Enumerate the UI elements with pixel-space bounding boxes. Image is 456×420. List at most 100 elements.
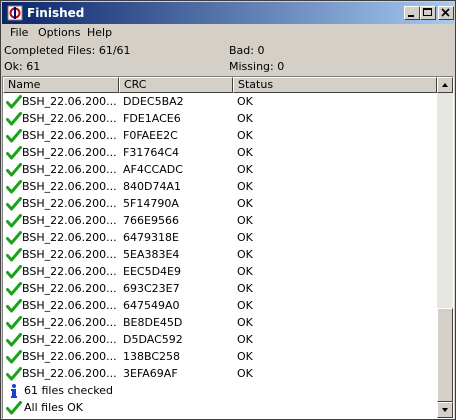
crc-cell: 766E9566 xyxy=(123,214,179,227)
ok-count-label: Ok: 61 xyxy=(4,60,41,73)
table-row[interactable]: BSH_22.06.200... 5EA383E4 OK xyxy=(3,246,437,263)
file-name-cell: BSH_22.06.200... xyxy=(22,95,117,108)
check-icon xyxy=(6,400,22,416)
file-name-cell: BSH_22.06.200... xyxy=(22,163,117,176)
status-cell: OK xyxy=(237,129,253,142)
minimize-button[interactable] xyxy=(404,6,420,20)
table-row[interactable]: BSH_22.06.200... 840D74A1 OK xyxy=(3,178,437,195)
column-header-status[interactable]: Status xyxy=(233,77,437,93)
check-icon xyxy=(6,94,22,110)
crc-cell: 5EA383E4 xyxy=(123,248,180,261)
check-icon xyxy=(6,315,22,331)
table-row[interactable]: BSH_22.06.200... 138BC258 OK xyxy=(3,348,437,365)
scroll-up-button[interactable] xyxy=(437,77,453,93)
menu-options[interactable]: Options xyxy=(38,26,80,40)
list-header: Name CRC Status xyxy=(3,77,437,93)
summary-row: 61 files checked xyxy=(3,382,437,399)
crc-cell: FDE1ACE6 xyxy=(123,112,181,125)
check-icon xyxy=(6,230,22,246)
check-icon xyxy=(6,247,22,263)
crc-cell: F31764C4 xyxy=(123,146,179,159)
menu-bar: File Options Help xyxy=(2,24,454,42)
table-row[interactable]: BSH_22.06.200... D5DAC592 OK xyxy=(3,331,437,348)
check-icon xyxy=(6,196,22,212)
file-name-cell: BSH_22.06.200... xyxy=(22,265,117,278)
crc-cell: 693C23E7 xyxy=(123,282,180,295)
check-icon xyxy=(6,128,22,144)
table-row[interactable]: BSH_22.06.200... 3EFA69AF OK xyxy=(3,365,437,382)
table-row[interactable]: BSH_22.06.200... 5F14790A OK xyxy=(3,195,437,212)
table-row[interactable]: BSH_22.06.200... 6479318E OK xyxy=(3,229,437,246)
completed-files-label: Completed Files: 61/61 xyxy=(4,44,131,57)
file-name-cell: BSH_22.06.200... xyxy=(22,350,117,363)
status-cell: OK xyxy=(237,214,253,227)
crc-cell: 3EFA69AF xyxy=(123,367,178,380)
summary-text: All files OK xyxy=(24,401,83,414)
table-row[interactable]: BSH_22.06.200... AF4CCADC OK xyxy=(3,161,437,178)
menu-file[interactable]: File xyxy=(10,26,28,40)
status-cell: OK xyxy=(237,316,253,329)
table-row[interactable]: BSH_22.06.200... 766E9566 OK xyxy=(3,212,437,229)
bad-count-label: Bad: 0 xyxy=(229,44,265,57)
crc-cell: EEC5D4E9 xyxy=(123,265,181,278)
file-list[interactable]: Name CRC Status BSH_22.06.200... DDEC5BA2… xyxy=(2,76,454,419)
file-name-cell: BSH_22.06.200... xyxy=(22,112,117,125)
table-row[interactable]: BSH_22.06.200... 647549A0 OK xyxy=(3,297,437,314)
table-row[interactable]: BSH_22.06.200... BE8DE45D OK xyxy=(3,314,437,331)
crc-cell: BE8DE45D xyxy=(123,316,183,329)
status-cell: OK xyxy=(237,333,253,346)
status-cell: OK xyxy=(237,163,253,176)
table-row[interactable]: BSH_22.06.200... DDEC5BA2 OK xyxy=(3,93,437,110)
check-icon xyxy=(6,298,22,314)
summary-row: All files OK xyxy=(3,399,437,416)
check-icon xyxy=(6,264,22,280)
info-icon xyxy=(6,383,22,399)
file-name-cell: BSH_22.06.200... xyxy=(22,180,117,193)
table-row[interactable]: BSH_22.06.200... EEC5D4E9 OK xyxy=(3,263,437,280)
arrow-down-icon xyxy=(442,408,448,412)
close-button[interactable] xyxy=(438,6,454,20)
maximize-button[interactable] xyxy=(420,6,436,20)
menu-help[interactable]: Help xyxy=(87,26,112,40)
status-cell: OK xyxy=(237,197,253,210)
check-icon xyxy=(6,162,22,178)
file-name-cell: BSH_22.06.200... xyxy=(22,214,117,227)
file-name-cell: BSH_22.06.200... xyxy=(22,299,117,312)
file-name-cell: BSH_22.06.200... xyxy=(22,231,117,244)
file-name-cell: BSH_22.06.200... xyxy=(22,282,117,295)
maximize-icon xyxy=(423,8,432,16)
status-cell: OK xyxy=(237,350,253,363)
status-cell: OK xyxy=(237,248,253,261)
column-header-name[interactable]: Name xyxy=(3,77,119,93)
column-header-crc[interactable]: CRC xyxy=(119,77,233,93)
check-icon xyxy=(6,332,22,348)
file-name-cell: BSH_22.06.200... xyxy=(22,197,117,210)
vertical-scrollbar[interactable] xyxy=(437,77,453,418)
table-row[interactable]: BSH_22.06.200... F0FAEE2C OK xyxy=(3,127,437,144)
table-row[interactable]: BSH_22.06.200... 693C23E7 OK xyxy=(3,280,437,297)
crc-cell: DDEC5BA2 xyxy=(123,95,184,108)
file-name-cell: BSH_22.06.200... xyxy=(22,129,117,142)
app-icon xyxy=(7,5,23,21)
file-name-cell: BSH_22.06.200... xyxy=(22,333,117,346)
close-icon xyxy=(441,8,450,17)
crc-cell: 138BC258 xyxy=(123,350,181,363)
crc-cell: 840D74A1 xyxy=(123,180,181,193)
finished-window: Finished File Options Help Completed Fil… xyxy=(0,0,456,420)
status-cell: OK xyxy=(237,231,253,244)
crc-cell: 6479318E xyxy=(123,231,179,244)
scroll-down-button[interactable] xyxy=(437,402,453,418)
crc-cell: 5F14790A xyxy=(123,197,179,210)
table-row[interactable]: BSH_22.06.200... FDE1ACE6 OK xyxy=(3,110,437,127)
title-bar[interactable]: Finished xyxy=(2,2,454,24)
scroll-thumb[interactable] xyxy=(437,308,453,402)
table-row[interactable]: BSH_22.06.200... F31764C4 OK xyxy=(3,144,437,161)
file-name-cell: BSH_22.06.200... xyxy=(22,367,117,380)
check-icon xyxy=(6,349,22,365)
window-title: Finished xyxy=(27,6,85,20)
info-panel: Completed Files: 61/61 Bad: 0 Ok: 61 Mis… xyxy=(2,42,454,76)
minimize-icon xyxy=(408,15,414,17)
crc-cell: F0FAEE2C xyxy=(123,129,178,142)
missing-count-label: Missing: 0 xyxy=(229,60,285,73)
check-icon xyxy=(6,179,22,195)
